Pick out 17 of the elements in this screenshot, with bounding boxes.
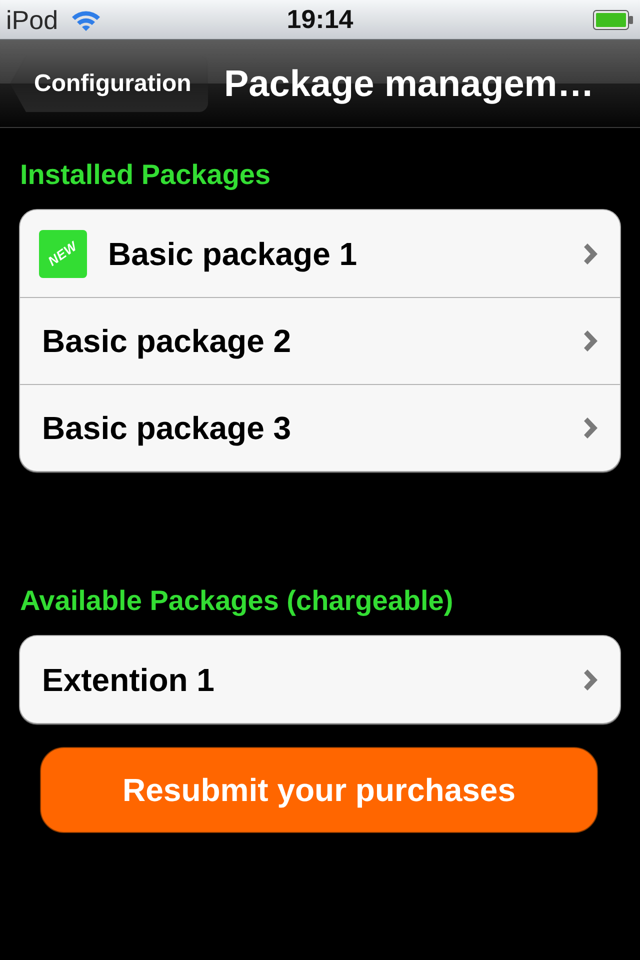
chevron-icon	[583, 242, 598, 264]
list-row[interactable]: Extention 1	[20, 636, 620, 723]
battery-icon	[593, 10, 633, 30]
row-label: Basic package 2	[42, 322, 292, 360]
chevron-icon	[583, 668, 598, 690]
row-label: Extention 1	[42, 660, 214, 698]
section-header: Installed Packages	[19, 158, 272, 192]
list-row[interactable]: Basic package 2	[20, 297, 620, 384]
clock-time: 19:14	[286, 4, 354, 34]
section-header: Available Packages (chargeable)	[19, 584, 454, 618]
page-title: Package managem…	[224, 62, 594, 106]
carrier-name: iPod	[6, 4, 58, 34]
list-row[interactable]: Basic package 3	[20, 384, 620, 471]
row-label: Basic package 1	[108, 234, 358, 272]
row-label: Basic package 3	[42, 409, 292, 447]
chevron-icon	[583, 417, 598, 439]
chevron-icon	[583, 330, 598, 352]
